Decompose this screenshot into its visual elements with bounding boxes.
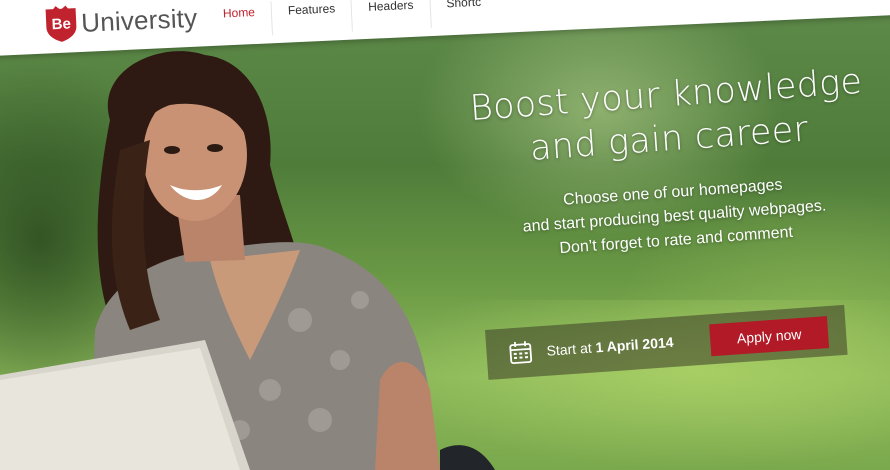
calendar-icon xyxy=(509,341,533,365)
nav-item-home[interactable]: Home xyxy=(207,1,272,38)
start-prefix: Start at xyxy=(546,339,593,359)
hero-content: Boost your knowledge and gain career Cho… xyxy=(455,59,887,268)
site-logo[interactable]: Be University xyxy=(43,0,198,44)
main-nav: Home Features Headers Shortc xyxy=(207,0,499,38)
shield-logo-icon: Be xyxy=(45,5,77,42)
nav-item-shortcodes[interactable]: Shortc xyxy=(429,0,499,29)
apply-now-button[interactable]: Apply now xyxy=(709,316,830,357)
nav-item-headers[interactable]: Headers xyxy=(350,0,431,32)
svg-text:Be: Be xyxy=(51,15,71,33)
start-date: 1 April 2014 xyxy=(594,333,674,356)
nav-item-features[interactable]: Features xyxy=(270,0,353,36)
brand-name: University xyxy=(80,2,198,38)
start-date-text: Start at 1 April 2014 xyxy=(546,334,674,359)
